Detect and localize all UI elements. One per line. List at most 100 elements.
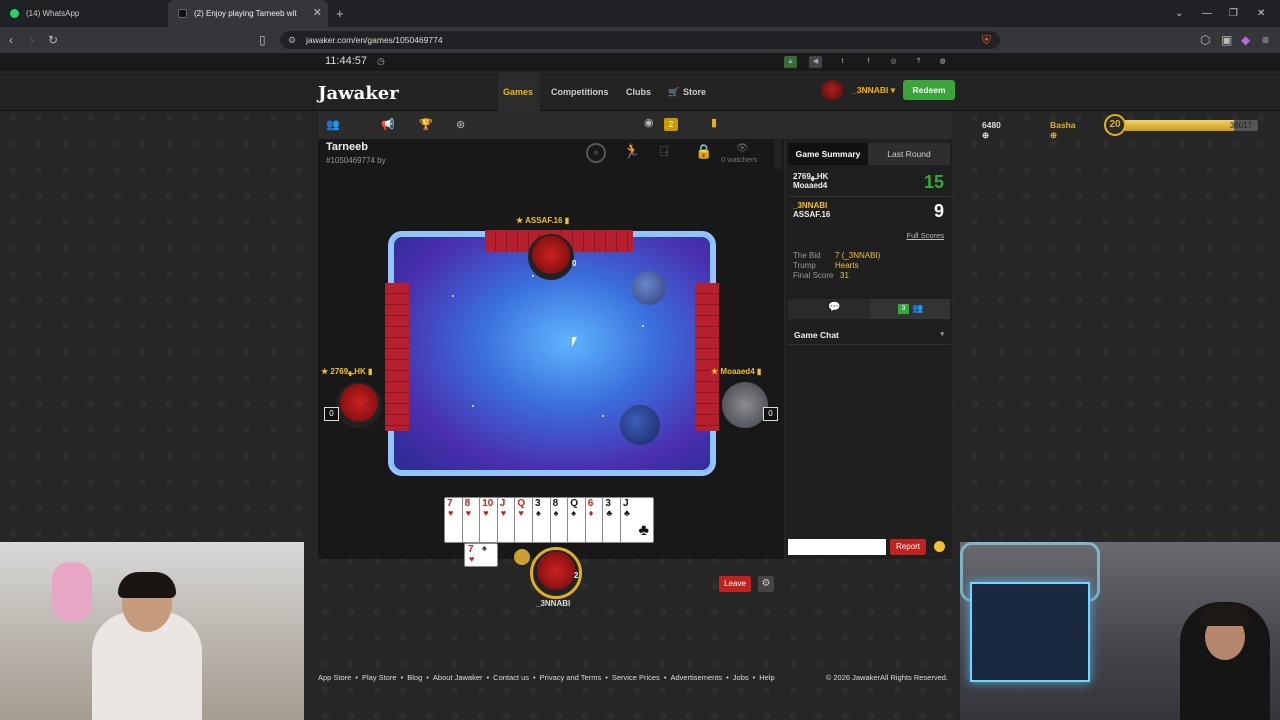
player-right-avatar[interactable] [722,382,768,428]
report-button[interactable]: Report [890,539,926,555]
redeem-button[interactable]: Redeem [903,80,955,100]
user-avatar[interactable] [820,80,844,104]
nav-games[interactable]: Games [503,87,533,97]
forward-icon[interactable]: › [30,27,34,53]
player-name: ASSAF.16 [525,216,563,225]
tab-last-round[interactable]: Last Round [868,143,950,165]
coins-icon: ◉ [644,117,654,129]
emoji-icon[interactable] [934,541,945,552]
exit-seat-icon[interactable]: ⍈ [660,143,668,160]
player-top-name[interactable]: ★ ASSAF.16 ▮ [516,216,569,225]
back-icon[interactable]: ‹ [9,27,13,53]
android-icon[interactable]: ▲ [784,56,797,68]
chat-bubble-icon[interactable]: 💬 [828,302,840,313]
site-info-icon[interactable]: ⚙ [288,31,296,49]
lock-icon[interactable]: 🔒 [695,143,712,160]
brave-shield-icon[interactable]: ⛨ [982,27,991,53]
friends-icon[interactable]: 👥 [326,118,340,131]
extensions-icon[interactable]: ⬡ [1200,27,1210,53]
globe-icon[interactable]: ◍ [936,56,949,68]
wallet-icon[interactable]: ◆ [1241,27,1250,53]
chat-toolbar: 💬 3 👥 [788,299,950,319]
cart-icon[interactable]: 🛒 [668,87,679,98]
webcam-overlay-left [0,542,304,720]
scrollbar[interactable] [774,139,782,169]
footer-separator: • [355,673,358,682]
game-title: Tarneeb [326,141,368,153]
my-name: _3NNABI [536,599,571,608]
footer-separator: • [400,673,404,682]
footer-link[interactable]: Jobs [733,673,749,682]
player-top-avatar[interactable] [528,234,574,280]
footer-link[interactable]: Contact us [493,673,529,682]
chat-input[interactable] [788,539,886,555]
tab-title: (14) WhatsApp [26,9,80,18]
jawaker-logo[interactable]: Jawaker [318,83,399,104]
card-suit: ♣ [624,508,630,518]
hand-card[interactable]: J ♣ ♣ [620,497,654,543]
twitter-icon[interactable]: t [836,56,849,68]
browser-tab-jawaker[interactable]: (2) Enjoy playing Tarneeb wit ✕ [168,0,328,27]
announcements-icon[interactable]: 📢 [381,118,395,131]
streamer-hair [1200,604,1250,626]
game-area: Tarneeb #1050469774 by » 🏃 ⍈ 🔒 👁 0 watch… [318,139,784,608]
footer-link[interactable]: Advertisements [670,673,722,682]
user-menu[interactable]: _3NNABI ▾ [852,85,895,96]
footer-link[interactable]: Play Store [362,673,397,682]
trophy-icon[interactable]: 🏆 [419,118,433,131]
url-field[interactable]: ⚙ jawaker.com/en/games/1050469774 [280,31,1000,49]
rank-icon: ▮ [711,117,718,129]
kick-icon[interactable]: 🏃 [623,143,640,160]
minimize-icon[interactable]: — [1202,0,1212,27]
full-scores-link[interactable]: Full Scores [906,231,944,240]
coins-balance[interactable]: 6480 ⊕ [982,120,1001,141]
team-2-player-2: ASSAF.16 [793,210,831,219]
settings-gear-icon[interactable]: ⚙ [758,576,774,592]
footer-link[interactable]: App Store [318,673,351,682]
sidebar-icon[interactable]: ▣ [1221,27,1232,53]
online-players-button[interactable]: 3 👥 [870,299,950,319]
facebook-icon[interactable]: f [862,56,875,68]
footer-link[interactable]: Help [759,673,774,682]
footer-separator: • [605,673,608,682]
footer-separator: • [663,673,667,682]
skip-icon[interactable]: » [586,143,606,163]
reload-icon[interactable]: ↻ [48,27,58,53]
tab-game-summary[interactable]: Game Summary [788,143,868,165]
player-left-name[interactable]: ★ 2769ـ‍ه‍HK ▮ [321,367,372,376]
instagram-icon[interactable]: ◎ [887,56,900,68]
window-close-icon[interactable]: ✕ [1257,0,1265,27]
close-tab-icon[interactable]: ✕ [313,0,322,27]
sound-icon[interactable]: ◀ [809,56,822,68]
tab-search-icon[interactable]: ⌄ [1175,0,1183,27]
nav-competitions[interactable]: Competitions [551,87,609,97]
bookmark-icon[interactable]: ▯ [259,27,266,53]
final-score-value: 31 [840,271,849,280]
leave-button[interactable]: Leave [719,576,751,592]
browser-tab-whatsapp[interactable]: (14) WhatsApp [0,0,168,27]
played-card: 7 ♥ [464,543,498,567]
new-tab-button[interactable]: + [336,0,344,27]
eye-icon: 👁 [736,143,749,154]
maximize-icon[interactable]: ❐ [1229,0,1238,27]
footer-link[interactable]: Privacy and Terms [540,673,602,682]
username: _3NNABI [852,85,889,95]
footer-link[interactable]: Service Prices [612,673,660,682]
help-icon[interactable]: ? [912,56,925,68]
played-card-suit: ♥ [469,554,475,564]
nav-clubs[interactable]: Clubs [626,87,651,97]
footer-links: App Store • Play Store • Blog • About Jawaker •… [318,673,779,682]
chat-header[interactable]: Game Chat ▾ [788,325,950,345]
my-score: 2 [574,571,579,580]
footer-link[interactable]: Blog [407,673,422,682]
menu-icon[interactable]: ≡ [1262,27,1269,53]
xp-value: 36017 [1229,121,1252,130]
player-right-name[interactable]: ★ Moaaed4 ▮ [711,367,761,376]
rank-label[interactable]: Basha ⊕ [1050,120,1076,141]
player-left-avatar[interactable] [336,382,382,428]
nav-store[interactable]: Store [683,87,706,97]
planet-decoration [620,405,660,445]
feed-icon[interactable]: ⊛ [456,118,465,131]
footer-separator: • [726,673,729,682]
footer-link[interactable]: About Jawaker [433,673,483,682]
